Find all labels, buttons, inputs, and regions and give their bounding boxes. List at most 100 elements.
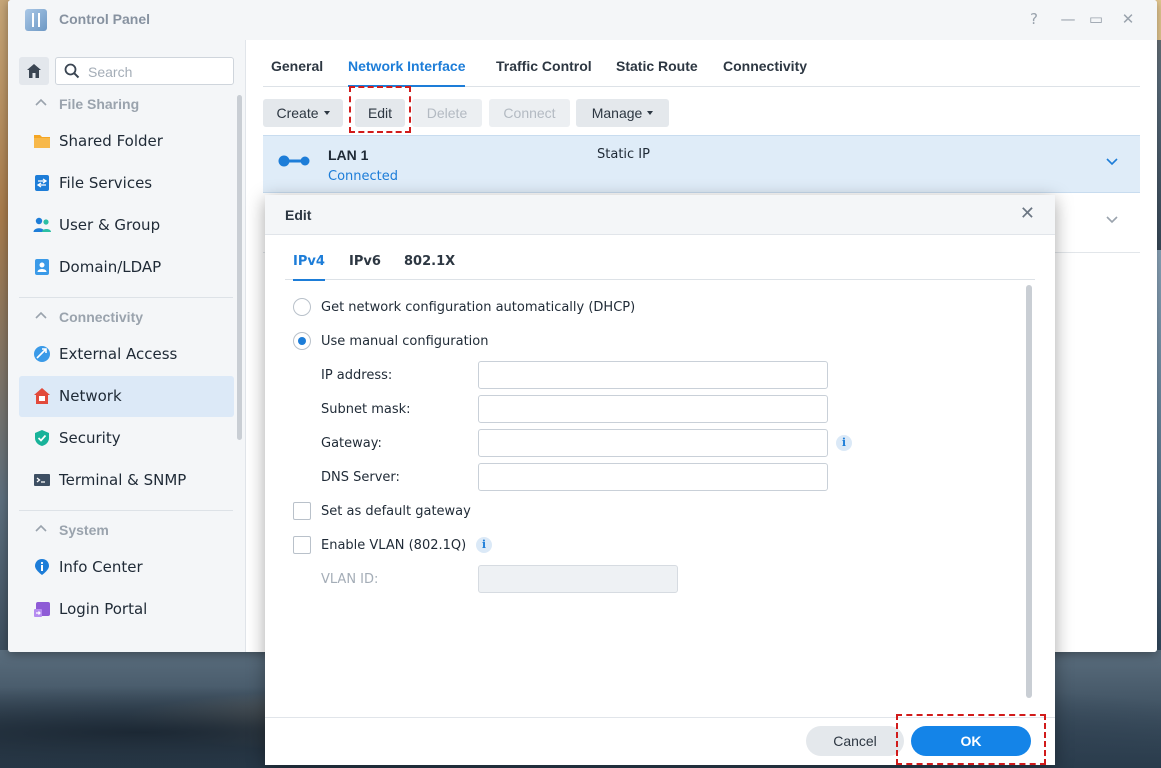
section-divider — [19, 510, 233, 511]
edit-dialog: Edit ✕ IPv4 IPv6 802.1X Get network conf… — [265, 195, 1055, 765]
network-house-icon — [34, 388, 50, 404]
sidebar-item-label: External Access — [59, 345, 178, 363]
default-gateway-checkbox[interactable] — [293, 502, 311, 520]
dhcp-radio[interactable] — [293, 298, 311, 316]
info-center-icon — [35, 559, 49, 575]
folder-icon — [34, 135, 50, 148]
tab-traffic-control[interactable]: Traffic Control — [496, 58, 592, 74]
sidebar-item-label: Shared Folder — [59, 132, 163, 150]
chevron-up-icon — [35, 98, 47, 106]
home-button[interactable] — [19, 57, 49, 85]
dns-server-label: DNS Server: — [321, 470, 400, 485]
search-input[interactable] — [88, 62, 228, 82]
help-icon[interactable]: ? — [1024, 9, 1044, 29]
section-connectivity[interactable]: Connectivity — [19, 305, 233, 331]
home-icon — [27, 64, 41, 78]
dhcp-label: Get network configuration automatically … — [321, 300, 636, 315]
delete-button[interactable]: Delete — [412, 99, 482, 127]
maximize-icon[interactable]: ▭ — [1086, 9, 1106, 29]
sidebar-item-info-center[interactable]: Info Center — [19, 547, 234, 588]
default-gateway-label: Set as default gateway — [321, 504, 471, 519]
lan-connected-icon — [278, 155, 310, 167]
interface-row-lan1[interactable]: LAN 1 Connected Static IP — [263, 135, 1140, 193]
caret-down-icon — [323, 111, 330, 115]
info-icon[interactable]: i — [476, 537, 492, 553]
ip-address-input[interactable] — [478, 361, 828, 389]
info-icon[interactable]: i — [836, 435, 852, 451]
vlan-id-input[interactable] — [478, 565, 678, 593]
dns-server-input[interactable] — [478, 463, 828, 491]
tab-bar: General Network Interface Traffic Contro… — [263, 40, 1140, 87]
sidebar-item-label: File Services — [59, 174, 153, 192]
tab-static-route[interactable]: Static Route — [616, 58, 698, 74]
dialog-tab-bar: IPv4 IPv6 802.1X — [285, 239, 1035, 281]
sidebar-scrollbar[interactable] — [237, 95, 242, 440]
section-divider — [19, 297, 233, 298]
section-label: System — [59, 522, 109, 538]
tab-network-interface[interactable]: Network Interface — [348, 58, 466, 87]
sidebar-item-shared-folder[interactable]: Shared Folder — [19, 121, 234, 162]
tab-general[interactable]: General — [271, 58, 323, 74]
delete-label: Delete — [426, 105, 468, 121]
interface-name: LAN 1 — [328, 147, 369, 163]
user-group-icon — [33, 217, 51, 232]
enable-vlan-checkbox[interactable] — [293, 536, 311, 554]
external-access-icon — [34, 346, 50, 362]
edit-highlight-box — [349, 86, 411, 133]
connect-label: Connect — [503, 105, 556, 121]
sidebar-item-file-services[interactable]: File Services — [19, 163, 234, 204]
login-portal-icon — [34, 602, 50, 617]
dialog-scrollbar[interactable] — [1026, 285, 1032, 698]
tab-ipv4[interactable]: IPv4 — [293, 254, 325, 281]
tab-connectivity[interactable]: Connectivity — [723, 58, 807, 74]
interface-status: Connected — [328, 169, 399, 184]
control-panel-icon — [25, 9, 47, 31]
terminal-icon — [34, 474, 50, 486]
sidebar-item-label: Domain/LDAP — [59, 258, 162, 276]
sidebar-item-label: Login Portal — [59, 600, 148, 618]
create-button[interactable]: Create — [263, 99, 343, 127]
sidebar-item-login-portal[interactable]: Login Portal — [19, 589, 234, 630]
gateway-input[interactable] — [478, 429, 828, 457]
minimize-icon[interactable]: — — [1058, 9, 1078, 29]
tab-ipv6[interactable]: IPv6 — [349, 254, 381, 269]
title-bar[interactable]: Control Panel ? — ▭ ✕ — [8, 0, 1157, 40]
manage-button[interactable]: Manage — [576, 99, 669, 127]
sidebar-item-user-group[interactable]: User & Group — [19, 205, 234, 246]
dialog-title: Edit — [285, 207, 312, 223]
sidebar: File Sharing Shared Folder File Services… — [8, 40, 246, 652]
close-icon[interactable]: ✕ — [1118, 9, 1138, 29]
dialog-header[interactable]: Edit ✕ — [265, 195, 1055, 235]
section-label: File Sharing — [59, 96, 140, 112]
cancel-button[interactable]: Cancel — [806, 726, 904, 756]
sidebar-item-label: Security — [59, 429, 121, 447]
sidebar-item-label: Terminal & SNMP — [59, 471, 187, 489]
manual-config-radio[interactable] — [293, 332, 311, 350]
subnet-mask-input[interactable] — [478, 395, 828, 423]
search-icon — [64, 63, 80, 79]
caret-down-icon — [647, 111, 654, 115]
sidebar-item-security[interactable]: Security — [19, 418, 234, 459]
close-icon[interactable]: ✕ — [1020, 205, 1035, 223]
chevron-up-icon — [35, 524, 47, 532]
search-box[interactable] — [55, 57, 234, 85]
chevron-down-icon[interactable] — [1106, 158, 1118, 166]
file-services-icon — [35, 175, 49, 191]
tab-8021x[interactable]: 802.1X — [404, 254, 455, 269]
gateway-label: Gateway: — [321, 436, 382, 451]
manual-config-label: Use manual configuration — [321, 334, 489, 349]
vlan-id-label: VLAN ID: — [321, 572, 379, 587]
sidebar-item-external-access[interactable]: External Access — [19, 334, 234, 375]
sidebar-item-label: Info Center — [59, 558, 143, 576]
sidebar-item-domain-ldap[interactable]: Domain/LDAP — [19, 247, 234, 288]
manage-label: Manage — [591, 105, 643, 121]
enable-vlan-label: Enable VLAN (802.1Q) — [321, 538, 467, 553]
section-system[interactable]: System — [19, 518, 233, 544]
sidebar-item-network[interactable]: Network — [19, 376, 234, 417]
create-label: Create — [276, 105, 319, 121]
chevron-down-icon[interactable] — [1106, 216, 1118, 224]
connect-button[interactable]: Connect — [489, 99, 570, 127]
section-file-sharing[interactable]: File Sharing — [19, 92, 233, 118]
sidebar-item-terminal-snmp[interactable]: Terminal & SNMP — [19, 460, 234, 501]
section-label: Connectivity — [59, 309, 144, 325]
